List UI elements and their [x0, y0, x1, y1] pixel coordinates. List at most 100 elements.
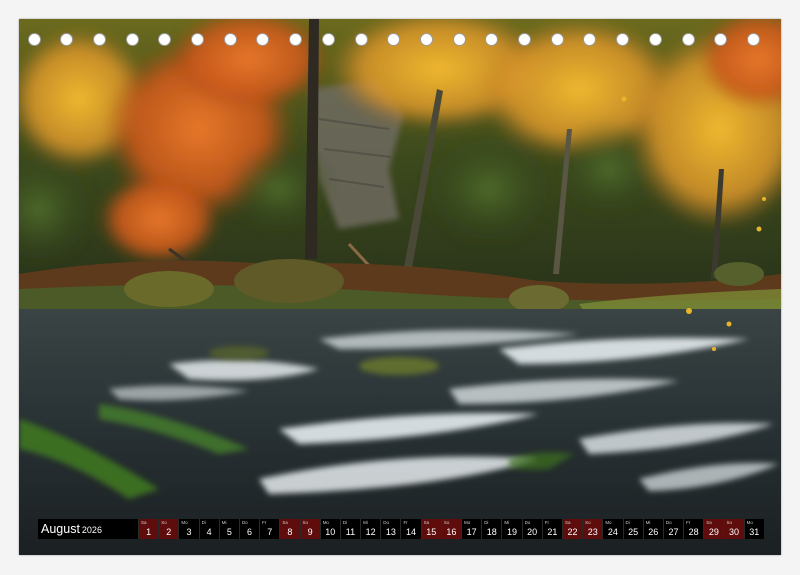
- weekday-abbrev: So: [161, 520, 167, 525]
- day-number: 20: [527, 527, 538, 537]
- day-cell: Mi 12: [360, 519, 380, 539]
- day-number: 16: [446, 527, 457, 537]
- day-number: 2: [166, 527, 172, 537]
- weekday-abbrev: So: [585, 520, 591, 525]
- day-cell: Sa 8: [279, 519, 300, 539]
- day-number: 24: [607, 527, 618, 537]
- day-cell: Fr 28: [683, 519, 703, 539]
- month-calendar-strip: August 2026 Sa 1 So 2 Mo 3 Di 4 Mi 5 Do 6 Fr 7 Sa 8 So 9 Mo…: [38, 519, 764, 539]
- day-number: 28: [688, 527, 699, 537]
- weekday-abbrev: Do: [241, 520, 248, 525]
- day-number: 6: [247, 527, 253, 537]
- weekday-abbrev: Mo: [605, 520, 612, 525]
- binding-hole: [714, 33, 728, 46]
- day-number: 13: [385, 527, 396, 537]
- binding-hole: [289, 33, 303, 46]
- day-cell: Fr 14: [400, 519, 420, 539]
- day-number: 7: [267, 527, 273, 537]
- binding-hole: [419, 33, 433, 46]
- weekday-abbrev: Mi: [221, 520, 227, 525]
- day-cell: So 9: [299, 519, 320, 539]
- day-cell: Mo 24: [602, 519, 622, 539]
- binding-hole: [550, 33, 564, 46]
- day-number: 19: [506, 527, 517, 537]
- day-cell: Fr 7: [259, 519, 279, 539]
- autumn-river-photo: [19, 19, 781, 555]
- day-number: 30: [729, 527, 740, 537]
- day-number: 1: [146, 527, 152, 537]
- weekday-abbrev: Di: [342, 520, 348, 525]
- day-cell: Mo 10: [319, 519, 340, 539]
- binding-hole: [92, 33, 106, 46]
- day-number: 5: [226, 527, 232, 537]
- binding-hole: [583, 33, 597, 46]
- weekday-abbrev: Fr: [686, 520, 691, 525]
- binding-hole: [191, 33, 204, 46]
- weekday-abbrev: Do: [383, 520, 390, 525]
- day-cell: Mo 17: [461, 519, 481, 539]
- weekday-abbrev: Sa: [706, 520, 712, 525]
- weekday-abbrev: So: [443, 520, 450, 525]
- day-number: 3: [186, 527, 192, 537]
- day-cell: Sa 1: [138, 519, 159, 539]
- day-cell: Fr 21: [541, 519, 562, 539]
- day-cell: Di 11: [339, 519, 360, 539]
- day-number: 27: [668, 527, 679, 537]
- day-cell: Do 6: [238, 519, 259, 539]
- weekday-abbrev: Fr: [544, 520, 549, 525]
- weekday-abbrev: Mo: [746, 520, 753, 525]
- weekday-abbrev: Sa: [564, 520, 571, 525]
- binding-hole: [256, 33, 270, 46]
- day-number: 11: [345, 527, 356, 537]
- weekday-abbrev: Mi: [363, 520, 368, 525]
- binding-holes: [19, 33, 781, 49]
- year-label: 2026: [81, 525, 102, 535]
- weekday-abbrev: Sa: [282, 520, 288, 525]
- weekday-abbrev: Di: [625, 520, 630, 525]
- weekday-abbrev: Fr: [262, 520, 267, 525]
- day-number: 25: [628, 527, 639, 537]
- binding-hole: [27, 33, 41, 46]
- day-number: 9: [307, 527, 313, 537]
- day-cell: Di 25: [622, 519, 643, 539]
- weekday-abbrev: Sa: [141, 520, 147, 525]
- day-number: 26: [648, 527, 659, 537]
- day-cell: So 2: [158, 519, 179, 539]
- binding-hole: [321, 33, 335, 46]
- day-number: 29: [708, 527, 719, 537]
- weekday-abbrev: Sa: [423, 520, 430, 525]
- binding-hole: [354, 33, 368, 46]
- month-label: August 2026: [38, 519, 138, 539]
- calendar-page: August 2026 Sa 1 So 2 Mo 3 Di 4 Mi 5 Do 6 Fr 7 Sa 8 So 9 Mo…: [0, 0, 800, 575]
- binding-hole: [485, 33, 499, 46]
- day-cell: So 23: [582, 519, 603, 539]
- day-cell: So 16: [440, 519, 461, 539]
- weekday-abbrev: Mi: [645, 520, 651, 525]
- day-number: 31: [749, 527, 760, 537]
- day-cells: Sa 1 So 2 Mo 3 Di 4 Mi 5 Do 6 Fr 7 Sa 8 So 9 Mo 10 Di 11 Mi 12 D…: [138, 519, 764, 539]
- binding-hole: [387, 33, 401, 46]
- day-number: 4: [206, 527, 212, 537]
- weekday-abbrev: Di: [484, 520, 489, 525]
- day-cell: Sa 22: [561, 519, 583, 539]
- weekday-abbrev: Mo: [322, 520, 329, 525]
- weekday-abbrev: So: [726, 520, 732, 525]
- day-cell: Mi 5: [218, 519, 239, 539]
- weekday-abbrev: Mi: [504, 520, 510, 525]
- binding-hole: [681, 33, 695, 46]
- day-cell: Do 13: [380, 519, 400, 539]
- day-cell: Mi 19: [501, 519, 521, 539]
- day-cell: Mo 31: [743, 519, 764, 539]
- binding-hole: [60, 33, 74, 46]
- day-cell: Sa 15: [420, 519, 441, 539]
- day-number: 14: [406, 527, 417, 537]
- day-number: 17: [466, 527, 477, 537]
- day-cell: Mo 3: [178, 519, 198, 539]
- binding-hole: [616, 33, 630, 46]
- weekday-abbrev: Do: [665, 520, 672, 525]
- month-name: August: [41, 522, 80, 536]
- day-cell: Di 4: [198, 519, 219, 539]
- day-number: 8: [287, 527, 293, 537]
- day-cell: Di 18: [481, 519, 501, 539]
- weekday-abbrev: Di: [201, 520, 206, 525]
